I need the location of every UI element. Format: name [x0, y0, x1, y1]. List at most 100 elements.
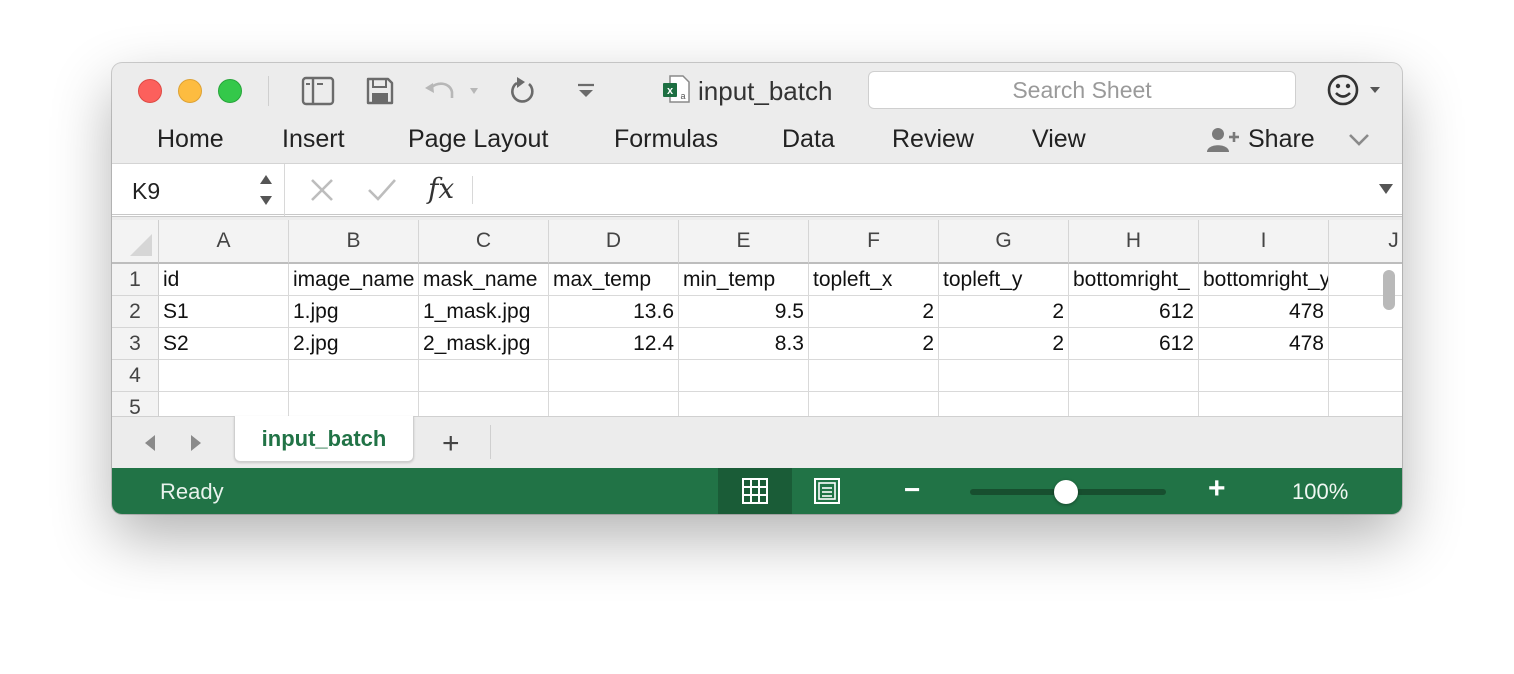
sheet-tab-input-batch[interactable]: input_batch	[234, 416, 414, 462]
cell-b4[interactable]	[289, 360, 419, 392]
spreadsheet-grid[interactable]: A B C D E F G H I J 1 id image_name mask_name max_temp…	[112, 220, 1402, 416]
cell-i3[interactable]: 478	[1199, 328, 1329, 360]
cell-c5[interactable]	[419, 392, 549, 416]
cell-b2[interactable]: 1.jpg	[289, 296, 419, 328]
column-header-d[interactable]: D	[549, 220, 679, 264]
cell-j3[interactable]	[1329, 328, 1402, 360]
cell-j5[interactable]	[1329, 392, 1402, 416]
cell-d2[interactable]: 13.6	[549, 296, 679, 328]
tab-review[interactable]: Review	[892, 125, 974, 154]
add-sheet-button[interactable]: +	[442, 427, 460, 461]
cell-a4[interactable]	[159, 360, 289, 392]
cell-j4[interactable]	[1329, 360, 1402, 392]
cell-g4[interactable]	[939, 360, 1069, 392]
cell-f2[interactable]: 2	[809, 296, 939, 328]
cell-b1[interactable]: image_name	[289, 264, 419, 296]
cell-a3[interactable]: S2	[159, 328, 289, 360]
search-sheet-field[interactable]	[868, 71, 1296, 109]
close-window-button[interactable]	[138, 79, 162, 103]
cell-c4[interactable]	[419, 360, 549, 392]
zoom-slider-knob[interactable]	[1054, 480, 1078, 504]
customize-toolbar-icon[interactable]	[572, 75, 600, 107]
cell-f1[interactable]: topleft_x	[809, 264, 939, 296]
cell-e1[interactable]: min_temp	[679, 264, 809, 296]
feedback-menu[interactable]	[1326, 73, 1384, 107]
column-header-a[interactable]: A	[159, 220, 289, 264]
column-header-h[interactable]: H	[1069, 220, 1199, 264]
normal-view-button[interactable]	[718, 468, 792, 514]
cell-i2[interactable]: 478	[1199, 296, 1329, 328]
cell-e4[interactable]	[679, 360, 809, 392]
cell-d3[interactable]: 12.4	[549, 328, 679, 360]
zoom-out-button[interactable]: −	[904, 474, 920, 506]
cell-a2[interactable]: S1	[159, 296, 289, 328]
minimize-window-button[interactable]	[178, 79, 202, 103]
column-header-e[interactable]: E	[679, 220, 809, 264]
cell-d4[interactable]	[549, 360, 679, 392]
tab-home[interactable]: Home	[157, 125, 224, 154]
zoom-percentage[interactable]: 100%	[1292, 479, 1348, 505]
row-header-5[interactable]: 5	[112, 392, 159, 416]
maximize-window-button[interactable]	[218, 79, 242, 103]
cell-f3[interactable]: 2	[809, 328, 939, 360]
cell-d5[interactable]	[549, 392, 679, 416]
cell-g3[interactable]: 2	[939, 328, 1069, 360]
cell-g5[interactable]	[939, 392, 1069, 416]
insert-function-button[interactable]: fx	[428, 172, 454, 205]
cell-g1[interactable]: topleft_y	[939, 264, 1069, 296]
tab-page-layout[interactable]: Page Layout	[408, 125, 548, 154]
cell-b3[interactable]: 2.jpg	[289, 328, 419, 360]
row-header-3[interactable]: 3	[112, 328, 159, 360]
redo-icon[interactable]	[506, 75, 540, 107]
column-header-i[interactable]: I	[1199, 220, 1329, 264]
tab-view[interactable]: View	[1032, 125, 1086, 154]
cell-f4[interactable]	[809, 360, 939, 392]
cell-h3[interactable]: 612	[1069, 328, 1199, 360]
cell-i5[interactable]	[1199, 392, 1329, 416]
name-box[interactable]: K9	[112, 164, 284, 216]
cell-h5[interactable]	[1069, 392, 1199, 416]
cell-f5[interactable]	[809, 392, 939, 416]
tab-insert[interactable]: Insert	[282, 125, 345, 154]
page-layout-view-button[interactable]	[790, 468, 864, 514]
cell-a1[interactable]: id	[159, 264, 289, 296]
cell-h2[interactable]: 612	[1069, 296, 1199, 328]
cell-g2[interactable]: 2	[939, 296, 1069, 328]
next-sheet-arrow-icon[interactable]	[188, 433, 204, 458]
column-header-b[interactable]: B	[289, 220, 419, 264]
cell-h1[interactable]: bottomright_	[1069, 264, 1199, 296]
cell-b5[interactable]	[289, 392, 419, 416]
expand-formula-bar-icon[interactable]	[1378, 182, 1394, 201]
search-input[interactable]	[869, 72, 1295, 108]
column-header-j[interactable]: J	[1329, 220, 1402, 264]
collapse-ribbon-chevron-icon[interactable]	[1346, 131, 1372, 154]
cell-h4[interactable]	[1069, 360, 1199, 392]
cell-d1[interactable]: max_temp	[549, 264, 679, 296]
row-header-2[interactable]: 2	[112, 296, 159, 328]
cell-a5[interactable]	[159, 392, 289, 416]
column-header-g[interactable]: G	[939, 220, 1069, 264]
cell-c1[interactable]: mask_name	[419, 264, 549, 296]
cell-e3[interactable]: 8.3	[679, 328, 809, 360]
row-header-4[interactable]: 4	[112, 360, 159, 392]
sidebar-toggle-icon[interactable]	[298, 75, 338, 107]
column-header-c[interactable]: C	[419, 220, 549, 264]
cell-e5[interactable]	[679, 392, 809, 416]
cell-i1[interactable]: bottomright_y	[1199, 264, 1329, 296]
undo-icon[interactable]	[422, 75, 482, 107]
row-header-1[interactable]: 1	[112, 264, 159, 296]
select-all-corner[interactable]	[112, 220, 159, 264]
cell-e2[interactable]: 9.5	[679, 296, 809, 328]
zoom-in-button[interactable]: +	[1208, 472, 1226, 506]
tab-formulas[interactable]: Formulas	[614, 125, 718, 154]
save-icon[interactable]	[362, 75, 398, 107]
share-button[interactable]: Share	[1206, 125, 1315, 154]
column-header-f[interactable]: F	[809, 220, 939, 264]
cancel-edit-icon[interactable]	[308, 174, 336, 209]
confirm-edit-icon[interactable]	[366, 174, 398, 209]
cell-c2[interactable]: 1_mask.jpg	[419, 296, 549, 328]
previous-sheet-arrow-icon[interactable]	[142, 433, 158, 458]
cell-i4[interactable]	[1199, 360, 1329, 392]
cell-c3[interactable]: 2_mask.jpg	[419, 328, 549, 360]
stepper-arrows-icon[interactable]	[258, 170, 274, 210]
